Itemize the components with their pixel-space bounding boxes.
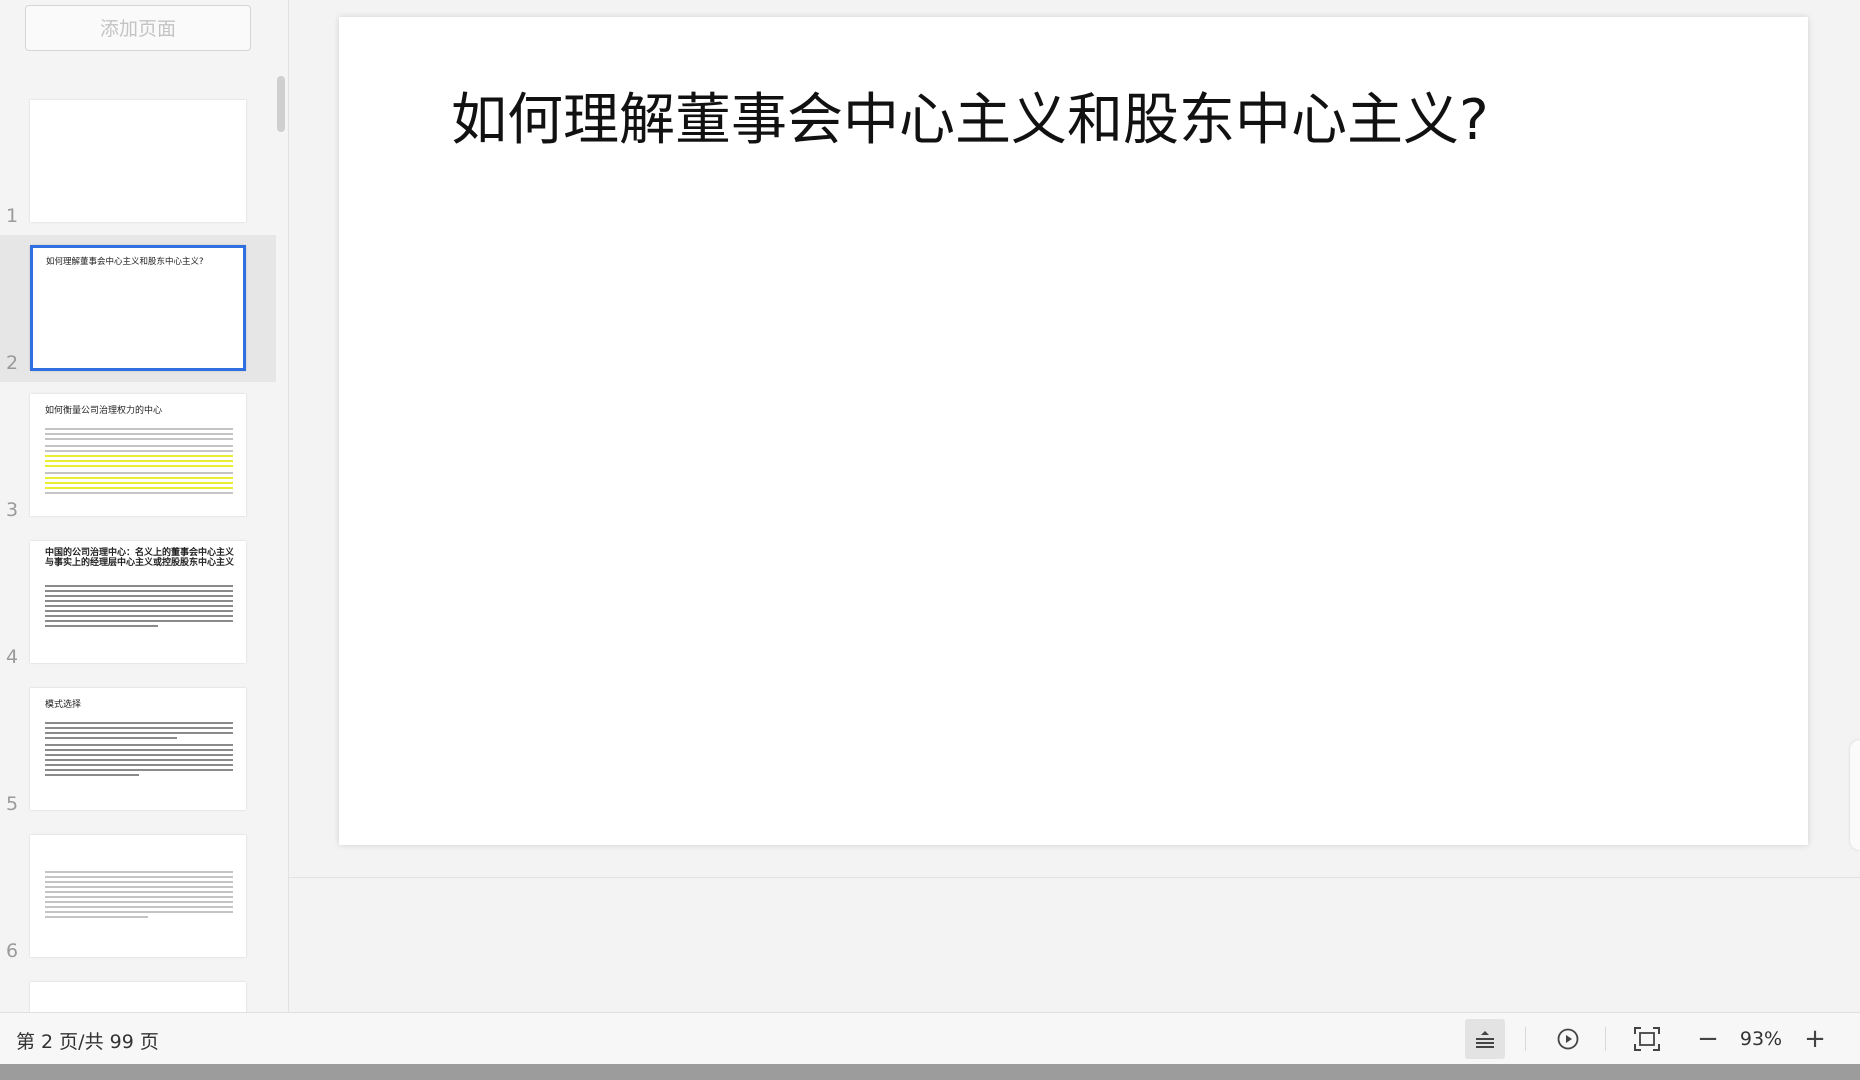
- thumbnail-number: 4: [6, 646, 19, 668]
- status-bar: 第 2 页/共 99 页 − 93% +: [0, 1012, 1860, 1064]
- separator: [1525, 1027, 1526, 1051]
- thumbnail-panel: 添加页面 1 如何理解董事会中心主义和股东中心主义? 2 如何衡量公司治理权力的…: [0, 0, 289, 1012]
- page-indicator: 第 2 页/共 99 页: [16, 1031, 159, 1053]
- add-page-button[interactable]: 添加页面: [25, 5, 251, 51]
- thumbnail-text-lines: [45, 585, 233, 630]
- play-slideshow-button[interactable]: [1550, 1019, 1586, 1059]
- thumbnail-row-3: 如何衡量公司治理权力的中心 3: [0, 382, 276, 529]
- window-bottom-edge: [0, 1064, 1860, 1080]
- slide-thumbnail-5[interactable]: 模式选择: [30, 688, 246, 810]
- thumbnail-title: 如何衡量公司治理权力的中心: [45, 406, 163, 416]
- thumbnail-row-6: 6: [0, 823, 276, 970]
- notes-divider[interactable]: [289, 877, 1860, 878]
- thumbnail-row-2: 如何理解董事会中心主义和股东中心主义? 2: [0, 235, 276, 382]
- side-panel-handle[interactable]: [1850, 740, 1860, 850]
- thumbnail-text-lines: [45, 871, 233, 921]
- slide-title: 如何理解董事会中心主义和股东中心主义?: [451, 88, 1489, 153]
- thumbnail-scrollbar[interactable]: [277, 76, 285, 132]
- notes-icon: [1476, 1031, 1494, 1048]
- thumbnail-text-lines: [45, 722, 233, 779]
- slide-thumbnail-7[interactable]: [30, 982, 246, 1012]
- slide-thumbnail-1[interactable]: [30, 100, 246, 222]
- slide-thumbnail-4[interactable]: 中国的公司治理中心：名义上的董事会中心主义与事实上的经理层中心主义或控股股东中心…: [30, 541, 246, 663]
- slide-thumbnail-3[interactable]: 如何衡量公司治理权力的中心: [30, 394, 246, 516]
- notes-toggle-button[interactable]: [1465, 1019, 1505, 1059]
- thumbnail-number: 6: [6, 940, 19, 962]
- thumbnail-title: 如何理解董事会中心主义和股东中心主义?: [46, 257, 204, 267]
- play-icon: [1557, 1028, 1579, 1050]
- fit-screen-icon: [1634, 1027, 1660, 1051]
- thumbnail-number: 5: [6, 793, 19, 815]
- thumbnail-row-7: [0, 970, 276, 1012]
- current-slide[interactable]: 如何理解董事会中心主义和股东中心主义?: [339, 17, 1808, 845]
- thumbnail-row-5: 模式选择 5: [0, 676, 276, 823]
- thumbnail-row-1: 1: [0, 88, 276, 235]
- separator: [1605, 1027, 1606, 1051]
- zoom-out-button[interactable]: −: [1690, 1019, 1726, 1059]
- slide-canvas: 如何理解董事会中心主义和股东中心主义?: [289, 0, 1860, 1012]
- zoom-in-button[interactable]: +: [1797, 1019, 1833, 1059]
- slide-thumbnail-2[interactable]: 如何理解董事会中心主义和股东中心主义?: [30, 245, 246, 371]
- thumbnail-number: 3: [6, 499, 19, 521]
- zoom-level[interactable]: 93%: [1732, 1019, 1790, 1059]
- slide-thumbnail-6[interactable]: [30, 835, 246, 957]
- thumbnail-number: 1: [6, 205, 19, 227]
- thumbnail-title: 中国的公司治理中心：名义上的董事会中心主义与事实上的经理层中心主义或控股股东中心…: [45, 548, 235, 568]
- fit-to-window-button[interactable]: [1627, 1019, 1667, 1059]
- thumbnail-text-lines: [45, 428, 233, 497]
- thumbnail-number: 2: [6, 352, 19, 374]
- thumbnail-title: 模式选择: [45, 700, 82, 710]
- thumbnail-row-4: 中国的公司治理中心：名义上的董事会中心主义与事实上的经理层中心主义或控股股东中心…: [0, 529, 276, 676]
